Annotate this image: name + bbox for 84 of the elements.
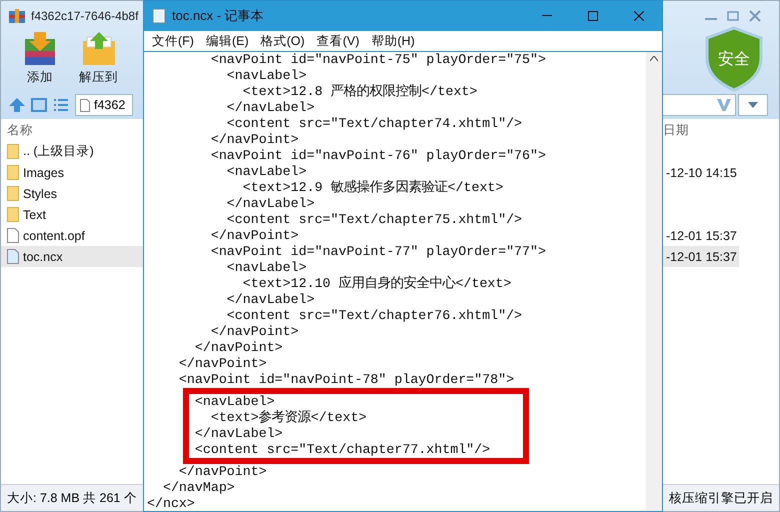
code-line: <navPoint id="navPoint-77" playOrder="77">: [210, 244, 547, 260]
thumbnail-view-icon[interactable]: [31, 98, 47, 112]
code-line: <navPoint id="navPoint-78" playOrder="78">: [178, 372, 516, 388]
window-title: f4362c17-7646-4b8f: [31, 9, 138, 23]
file-name: Images: [23, 166, 64, 180]
file-row[interactable]: toc.ncx: [1, 246, 144, 267]
code-line: <text>12.10 应用自身的安全中心</text>: [242, 276, 512, 292]
shield-badge: 安全: [704, 26, 764, 92]
maximize-icon[interactable]: [727, 10, 739, 22]
close-icon: [634, 11, 644, 21]
code-line: <content src="Text/chapter74.xhtml"/>: [226, 116, 524, 132]
status-text: 大小: 7.8 MB 共 261 个: [7, 490, 137, 506]
column-header[interactable]: 名称: [7, 122, 33, 138]
minimize-icon: [542, 15, 552, 17]
scroll-up-icon[interactable]: [650, 56, 658, 61]
menu-item[interactable]: 文件(F): [146, 32, 200, 50]
code-line: </navPoint>: [178, 464, 268, 480]
file-row[interactable]: Styles: [1, 183, 144, 204]
file-row[interactable]: Text: [1, 204, 144, 225]
file-name: content.opf: [23, 228, 85, 242]
address-field-end[interactable]: [663, 94, 736, 116]
menu-item[interactable]: 查看(V): [310, 32, 366, 50]
column-header[interactable]: 日期: [663, 122, 779, 138]
notepad-icon: [152, 8, 166, 24]
code-line: <navLabel>: [226, 68, 308, 84]
file-icon: [7, 228, 19, 243]
toolbar-button[interactable]: 添加: [19, 31, 61, 93]
code-line: </navPoint>: [178, 356, 268, 372]
code-line: <content src="Text/chapter76.xhtml"/>: [226, 308, 524, 324]
code-line: </navMap>: [162, 480, 236, 496]
code-line: <content src="Text/chapter75.xhtml"/>: [226, 212, 524, 228]
folder-icon: [7, 186, 19, 201]
file-icon: [80, 98, 90, 112]
file-name: toc.ncx: [23, 250, 63, 264]
file-date: -12-10 14:15: [665, 164, 738, 182]
file-name: Styles: [23, 186, 58, 200]
scrollbar[interactable]: [646, 52, 662, 511]
code-line: <navPoint id="navPoint-75" playOrder="75">: [210, 52, 547, 68]
status-text: 核压缩引擎已开启: [669, 490, 774, 506]
file-date: -12-01 15:37: [665, 228, 738, 244]
file-name: Text: [23, 208, 46, 222]
code-line: <content src="Text/chapter77.xhtml"/>: [194, 442, 492, 458]
window-title: toc.ncx - 记事本: [172, 7, 264, 25]
code-line: <text>参考资源</text>: [210, 410, 368, 426]
list-view-icon[interactable]: [53, 98, 69, 112]
caret-icon: [748, 102, 758, 108]
code-line: </navPoint>: [194, 340, 284, 356]
folder-arrow-icon: [80, 31, 116, 67]
address-text: f4362: [94, 98, 126, 112]
file-date: -12-01 15:37: [662, 246, 739, 267]
folder-icon: [7, 165, 19, 180]
folder-icon: [7, 207, 19, 222]
check-v-icon: [717, 99, 731, 111]
menu-item[interactable]: 格式(O): [254, 32, 311, 50]
up-arrow-icon[interactable]: [9, 98, 25, 112]
folder-icon: [7, 144, 19, 159]
code-line: <navPoint id="navPoint-76" playOrder="76">: [210, 148, 547, 164]
maximize-icon: [588, 11, 598, 21]
code-line: </navPoint>: [210, 228, 300, 244]
address-field[interactable]: f4362: [75, 94, 133, 116]
code-line: <navLabel>: [226, 260, 308, 276]
menu-item[interactable]: 帮助(H): [365, 32, 421, 50]
close-icon[interactable]: [749, 10, 761, 22]
archive-icon: [23, 31, 57, 67]
code-line: </navLabel>: [226, 196, 316, 212]
toolbar-button[interactable]: 解压到: [75, 31, 122, 93]
file-row[interactable]: content.opf: [1, 225, 144, 246]
code-line: <text>12.9 敏感操作多因素验证</text>: [242, 180, 504, 196]
app-icon: [9, 9, 25, 23]
code-line: </navPoint>: [210, 132, 300, 148]
dropdown-button[interactable]: [738, 94, 768, 116]
file-row[interactable]: .. (上级目录): [1, 141, 144, 162]
code-line: </navLabel>: [194, 426, 284, 442]
menu-item[interactable]: 编辑(E): [200, 32, 255, 50]
file-icon: [7, 249, 19, 264]
code-line: <text>12.8 严格的权限控制</text>: [242, 84, 478, 100]
code-line: <navLabel>: [194, 394, 276, 410]
file-name: .. (上级目录): [23, 143, 94, 160]
code-line: <navLabel>: [226, 164, 308, 180]
file-row[interactable]: Images: [1, 162, 144, 183]
code-line: </navLabel>: [226, 292, 316, 308]
code-line: </navPoint>: [210, 324, 300, 340]
code-line: </navLabel>: [226, 100, 316, 116]
code-line: </ncx>: [147, 496, 196, 511]
